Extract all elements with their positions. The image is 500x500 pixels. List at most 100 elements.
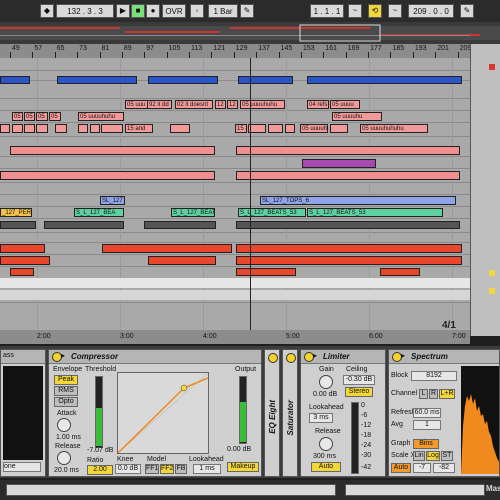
threshold-value[interactable]: -7.07 dB [87,447,113,454]
st-button[interactable]: ST [441,451,453,461]
release-value[interactable]: 300 ms [313,453,336,460]
draw-icon[interactable]: ✎ [460,4,474,18]
clip-red[interactable] [236,268,296,276]
track-lane[interactable] [0,290,470,300]
transfer-graph[interactable] [117,372,209,454]
bar-ruler[interactable]: 49 57 65 73 81 89 97 105 113 121 129 137 145 153 161 16… [0,44,471,59]
block-select[interactable]: 8192 [411,371,457,381]
clip-vocal[interactable]: 12 [215,100,226,109]
clip-beats[interactable]: S_L_127_BEA [74,208,124,217]
clip-pad[interactable] [236,171,460,180]
fold-icon[interactable]: ▸ [401,351,405,360]
clip-vocal[interactable]: 05 uuuuhuhuhu [360,124,428,133]
clip-vocal[interactable] [268,124,283,133]
clip-red[interactable] [102,244,232,253]
clip-blue[interactable] [307,76,462,84]
knee-value[interactable]: 0.0 dB [115,464,141,474]
channel-lr-button[interactable]: L+R [439,389,455,399]
clip-vocal[interactable]: 05 uuuuhuhu [78,112,124,121]
play-icon[interactable]: ▶ [116,4,130,18]
clip-beats[interactable]: S_L_127_BEATS_53 [238,208,306,217]
attack-knob[interactable] [57,418,71,432]
ff2-button[interactable]: FF2 [160,464,174,474]
ceiling-value[interactable]: -0.30 dB [343,375,375,385]
track-activator-icon[interactable] [489,288,495,294]
clip-beats[interactable]: S_L_127_BEAT [171,208,215,217]
release-knob[interactable] [57,451,71,465]
clip-vocal[interactable]: 15 ar [235,124,247,133]
clip-red[interactable] [148,256,216,265]
record-icon[interactable]: ● [146,4,160,18]
eq-eight-device[interactable]: EQ Eight [264,349,280,477]
clip-vocal[interactable]: 05 [12,112,23,121]
clip-pad[interactable] [236,146,460,155]
output-value[interactable]: 0.00 dB [227,446,251,453]
punch-out-icon[interactable]: ~ [388,4,402,18]
saturator-device[interactable]: Saturator [282,349,298,477]
fb-button[interactable]: FB [175,464,187,474]
clip-vocal[interactable]: 05 [36,112,48,121]
track-headers-strip[interactable] [470,44,500,336]
clip-blue[interactable] [148,76,218,84]
clip-gray[interactable] [236,221,460,229]
clip-vocal[interactable] [12,124,23,133]
clip-vocal[interactable]: 05 uuuu [330,100,360,109]
clip-vocal[interactable] [24,124,35,133]
fold-icon[interactable]: ▸ [313,351,317,360]
arrangement-overview[interactable] [0,22,500,44]
refresh-value[interactable]: 60.0 ms [413,408,441,418]
clip-sl[interactable]: SL_127_TOPS_6 [260,196,456,205]
clip-red[interactable] [380,268,420,276]
gain-value[interactable]: 0.00 dB [313,391,337,398]
clip-red[interactable] [0,256,50,265]
power-icon[interactable] [268,353,278,363]
follow-icon[interactable]: ◦ [190,4,204,18]
clip-pad[interactable] [10,146,215,155]
clip-red[interactable] [236,244,462,253]
clip-gray[interactable] [144,221,216,229]
clip-vocal[interactable] [36,124,48,133]
playhead[interactable] [250,58,251,336]
opto-button[interactable]: Opto [54,397,78,407]
release-value[interactable]: 20.0 ms [54,467,79,474]
clip-vocal[interactable] [285,124,295,133]
loop-start-display[interactable]: 1 . 1 . 1 [310,4,344,18]
clip-vocal[interactable]: 04 refs [307,100,329,109]
fold-icon[interactable]: ▸ [61,351,65,360]
clip-red[interactable] [236,256,462,265]
clip-purple[interactable] [302,159,376,168]
overdub-button[interactable]: OVR [162,4,186,18]
clip-vocal[interactable]: 05 [49,112,61,121]
metronome-icon[interactable]: ◆ [40,4,54,18]
release-knob[interactable] [319,437,333,451]
lookahead-select[interactable]: 3 ms [309,413,333,423]
tempo-display[interactable]: 132 . 3 . 3 [56,4,114,18]
gain-knob[interactable] [319,375,333,389]
range-high-value[interactable]: -82 [433,463,455,473]
stereo-button[interactable]: Stereo [345,387,373,397]
ff1-button[interactable]: FF1 [145,464,159,474]
clip-gray[interactable] [0,221,36,229]
clip-blue[interactable] [0,76,30,84]
clip-vocal[interactable]: 12 [227,100,238,109]
clip-vocal[interactable]: 02 it doesnt [175,100,213,109]
clip-vocal[interactable] [101,124,123,133]
range-low-value[interactable]: -7 [413,463,431,473]
clip-blue[interactable] [238,76,293,84]
clip-beats[interactable]: S_L_127_BEATS_53 [307,208,443,217]
channel-l-button[interactable]: L [419,389,428,399]
device-dropdown[interactable]: one [3,462,41,472]
clip-vocal[interactable] [55,124,67,133]
lookahead-select[interactable]: 1 ms [193,464,221,474]
bins-button[interactable]: Bins [413,439,439,449]
clip-vocal[interactable]: 05 [24,112,35,121]
time-ruler[interactable]: 2:00 3:00 4:00 5:00 6:00 7:00 [0,330,470,344]
stop-icon[interactable]: ■ [131,4,145,18]
quantize-select[interactable]: 1 Bar [208,4,238,18]
punch-in-icon[interactable]: ~ [348,4,362,18]
clip-vocal[interactable]: 05 uuuuhuhu [240,100,285,109]
clip-vocal[interactable]: 92 it dd [147,100,172,109]
peak-button[interactable]: Peak [54,375,78,385]
clip-vocal[interactable] [330,124,348,133]
clip-gray[interactable] [44,221,124,229]
